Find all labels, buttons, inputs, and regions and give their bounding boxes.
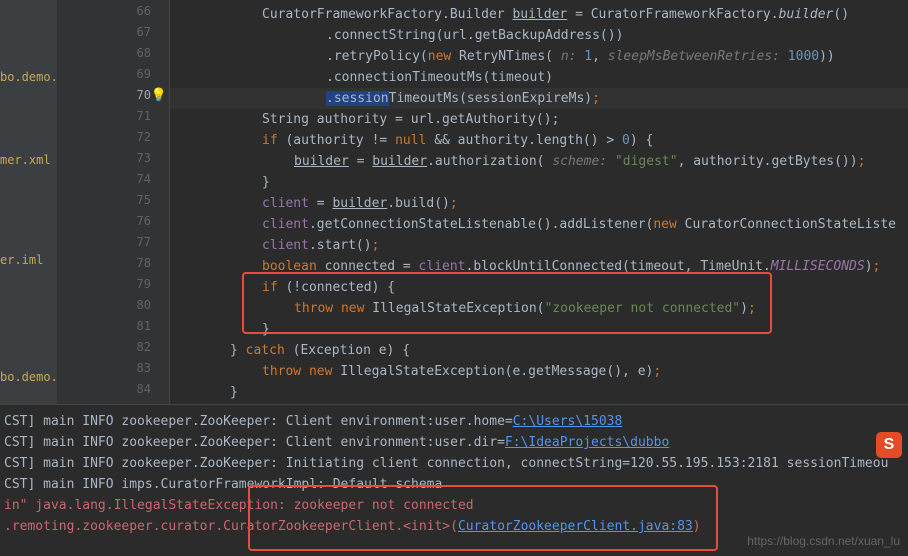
console-link[interactable]: CuratorZookeeperClient.java:83 (458, 519, 693, 534)
code-editor[interactable]: 66 67 68 69 70 💡 71 72 73 74 75 76 77 78… (58, 0, 908, 404)
console-link[interactable]: C:\Users\15038 (513, 414, 623, 429)
intention-bulb-icon[interactable]: 💡 (151, 88, 167, 103)
console-link[interactable]: F:\IdeaProjects\dubbo (505, 435, 669, 450)
console-error-line: in" java.lang.IllegalStateException: zoo… (4, 495, 904, 516)
console-line: CST] main INFO zookeeper.ZooKeeper: Init… (4, 453, 904, 474)
main-area: bo.demo.co mer.xml er.iml bo.demo.pro 66… (0, 0, 908, 404)
console-line: CST] main INFO imps.CuratorFrameworkImpl… (4, 474, 904, 495)
console-line: CST] main INFO zookeeper.ZooKeeper: Clie… (4, 432, 904, 453)
code-content[interactable]: CuratorFrameworkFactory.Builder builder … (170, 0, 908, 404)
sogou-ime-icon[interactable]: S (876, 432, 902, 458)
file-item[interactable]: er.iml (0, 253, 43, 267)
console-line: CST] main INFO zookeeper.ZooKeeper: Clie… (4, 411, 904, 432)
project-sidebar[interactable]: bo.demo.co mer.xml er.iml bo.demo.pro (0, 0, 58, 404)
watermark-text: https://blog.csdn.net/xuan_lu (747, 534, 900, 548)
line-gutter: 66 67 68 69 70 💡 71 72 73 74 75 76 77 78… (58, 0, 170, 404)
file-item[interactable]: mer.xml (0, 153, 51, 167)
